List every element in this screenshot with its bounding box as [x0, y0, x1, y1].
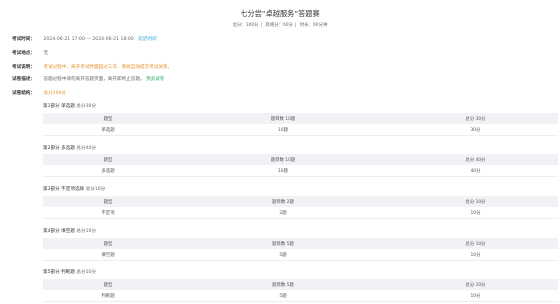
section-title: 第1部分 单选题 总分30分 — [43, 103, 96, 109]
header-type: 题型 — [43, 279, 173, 290]
info-place: 考试地点： 无 — [12, 50, 48, 56]
header-score: 总分 10分 — [393, 238, 558, 249]
cell-count: 2题 — [173, 207, 393, 219]
header-type: 题型 — [43, 196, 173, 207]
section-points: 总分10分 — [76, 270, 97, 275]
table-header-row: 题型 题目数 5题 总分 10分 — [43, 279, 558, 290]
section-name: 第2部分 多选题 — [43, 146, 75, 151]
info-time-label: 考试时间： — [12, 37, 35, 42]
section-title: 第2部分 多选题 总分40分 — [43, 145, 96, 151]
cell-score: 40分 — [393, 165, 558, 177]
table-header-row: 题型 题目数 10题 总分 30分 — [43, 113, 558, 124]
table-row: 判断题 5题 10分 — [43, 290, 558, 302]
header-type: 题型 — [43, 238, 173, 249]
cell-score: 10分 — [393, 290, 558, 302]
info-time: 考试时间： 2024-06-21 17:00 — 2024-06-21 18:0… — [12, 36, 157, 42]
header-type: 题型 — [43, 113, 173, 124]
info-desc-label: 试卷描述： — [12, 77, 35, 82]
header-count: 题目数 5题 — [173, 238, 393, 249]
exam-title: 七分尝“卓越服务”答题赛 — [240, 9, 320, 18]
section-title: 第5部分 判断题 总分10分 — [43, 269, 96, 275]
info-place-label: 考试地点： — [12, 51, 35, 56]
info-place-value: 无 — [43, 51, 49, 56]
total-score: 总分：100分 — [232, 23, 259, 28]
table-row: 不定项 2题 10分 — [43, 207, 558, 219]
header-score: 总分 30分 — [393, 113, 558, 124]
header-count: 题目数 5题 — [173, 279, 393, 290]
table-row: 填空题 5题 10分 — [43, 249, 558, 261]
section-points: 总分40分 — [76, 146, 97, 151]
preview-paper-link[interactable]: 预览试卷 — [146, 77, 164, 82]
info-structure-value: 总分100分 — [43, 91, 67, 96]
cell-type: 不定项 — [43, 207, 173, 219]
table-header-row: 题型 题目数 10题 总分 40分 — [43, 154, 558, 165]
header-type: 题型 — [43, 154, 173, 165]
cell-score: 10分 — [393, 249, 558, 261]
table-header-row: 题型 题目数 2题 总分 10分 — [43, 196, 558, 207]
section-points: 总分30分 — [76, 104, 97, 109]
header-score: 总分 40分 — [393, 154, 558, 165]
section-points: 总分10分 — [85, 187, 106, 192]
section-title: 第3部分 不定项选择 总分10分 — [43, 186, 105, 192]
table-row: 单选题 10题 30分 — [43, 124, 558, 136]
section-table: 题型 题目数 10题 总分 40分 多选题 10题 40分 — [43, 154, 558, 177]
section-name: 第5部分 判断题 — [43, 270, 75, 275]
section-name: 第4部分 填空题 — [43, 229, 75, 234]
cell-type: 单选题 — [43, 124, 173, 136]
section-table: 题型 题目数 5题 总分 10分 填空题 5题 10分 — [43, 238, 558, 261]
section-title: 第4部分 填空题 总分10分 — [43, 228, 96, 234]
delay-time-link[interactable]: 延迟时间 — [138, 37, 156, 42]
section-table: 题型 题目数 10题 总分 30分 单选题 10题 30分 — [43, 113, 558, 136]
table-row: 多选题 10题 40分 — [43, 165, 558, 177]
info-notes: 考试说明： 考试过程中，离开考试界面超过三次，系统自动提交考试试卷。 — [12, 64, 172, 70]
cell-count: 10题 — [173, 165, 393, 177]
pass-score: 及格分：60分 — [265, 23, 293, 28]
header-count: 题目数 10题 — [173, 113, 393, 124]
header-count: 题目数 10题 — [173, 154, 393, 165]
header-score: 总分 10分 — [393, 279, 558, 290]
section-table: 题型 题目数 5题 总分 10分 判断题 5题 10分 — [43, 279, 558, 302]
info-structure: 试卷结构： 总分100分 — [12, 90, 66, 96]
cell-count: 10题 — [173, 124, 393, 136]
cell-type: 判断题 — [43, 290, 173, 302]
section-table: 题型 题目数 2题 总分 10分 不定项 2题 10分 — [43, 196, 558, 219]
cell-count: 5题 — [173, 290, 393, 302]
cell-type: 填空题 — [43, 249, 173, 261]
cell-type: 多选题 — [43, 165, 173, 177]
info-notes-label: 考试说明： — [12, 65, 35, 70]
info-time-value: 2024-06-21 17:00 — 2024-06-21 18:00 — [43, 37, 134, 42]
section-name: 第3部分 不定项选择 — [43, 187, 85, 192]
info-structure-label: 试卷结构： — [12, 91, 35, 96]
info-desc-value: 答题过程中请勿离开答题页面，离开即终止答题。 — [43, 77, 145, 82]
info-notes-value: 考试过程中，离开考试界面超过三次，系统自动提交考试试卷。 — [43, 65, 173, 70]
header-score: 总分 10分 — [393, 196, 558, 207]
cell-score: 10分 — [393, 207, 558, 219]
section-points: 总分10分 — [76, 229, 97, 234]
header-count: 题目数 2题 — [173, 196, 393, 207]
cell-score: 30分 — [393, 124, 558, 136]
info-desc: 试卷描述： 答题过程中请勿离开答题页面，离开即终止答题。 预览试卷 — [12, 76, 164, 82]
exam-page: 七分尝“卓越服务”答题赛 总分：100分 | 及格分：60分 | 时长：60分钟 考… — [0, 0, 560, 304]
exam-meta: 总分：100分 | 及格分：60分 | 时长：60分钟 — [232, 23, 328, 28]
table-header-row: 题型 题目数 5题 总分 10分 — [43, 238, 558, 249]
cell-count: 5题 — [173, 249, 393, 261]
section-name: 第1部分 单选题 — [43, 104, 75, 109]
duration: 时长：60分钟 — [299, 23, 328, 28]
